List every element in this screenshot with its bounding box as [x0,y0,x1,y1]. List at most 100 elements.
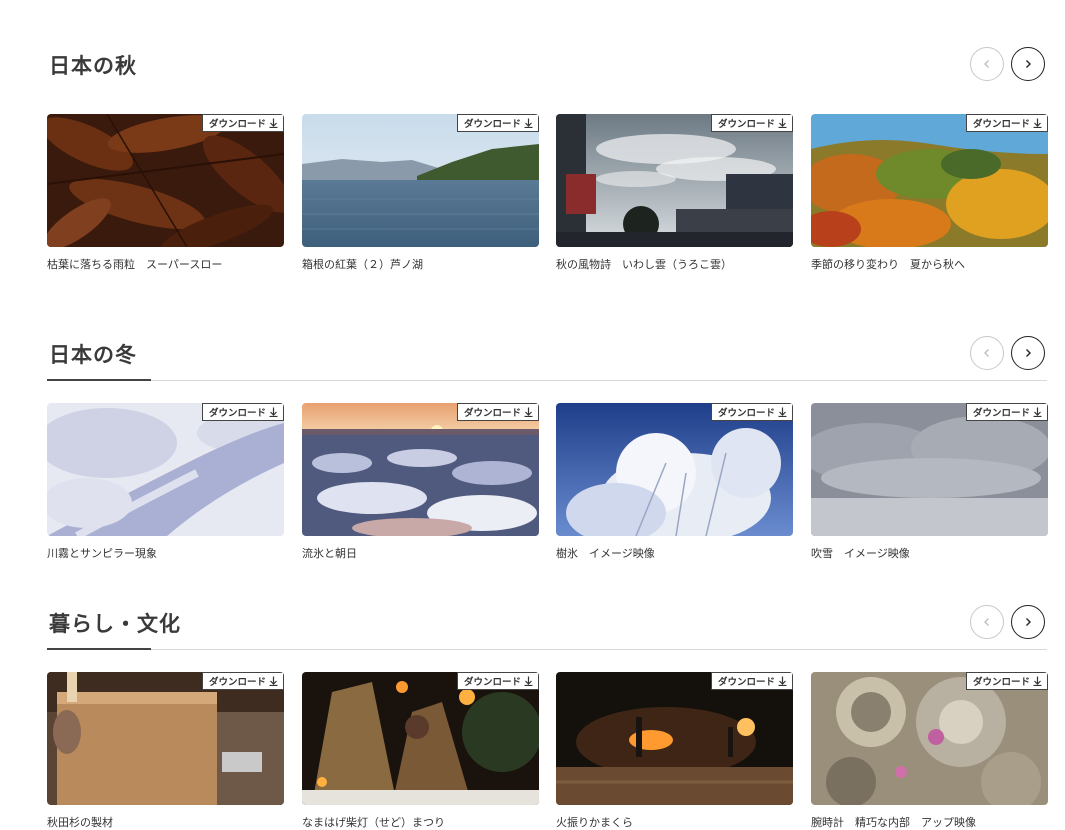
download-button[interactable]: ダウンロード [965,403,1048,421]
download-button[interactable]: ダウンロード [201,403,284,421]
video-card[interactable]: ダウンロード 腕時計 精巧な内部 アップ映像 [811,672,1048,830]
chevron-left-icon [984,60,989,68]
download-arrow-icon [1033,118,1042,128]
video-caption[interactable]: 川霧とサンピラー現象 [47,545,284,561]
download-button[interactable]: ダウンロード [710,403,793,421]
video-caption[interactable]: 秋田杉の製材 [47,814,284,830]
video-card[interactable]: ダウンロード 枯葉に落ちる雨粒 スーパースロー [47,114,284,272]
video-thumbnail[interactable]: ダウンロード [811,114,1048,247]
video-caption[interactable]: 季節の移り変わり 夏から秋へ [811,256,1048,272]
download-button[interactable]: ダウンロード [456,114,539,132]
download-label: ダウンロード [208,677,266,688]
video-thumbnail[interactable]: ダウンロード [556,403,793,536]
download-button[interactable]: ダウンロード [201,672,284,690]
next-button[interactable] [1011,605,1045,639]
video-caption[interactable]: 吹雪 イメージ映像 [811,545,1048,561]
video-caption[interactable]: 腕時計 精巧な内部 アップ映像 [811,814,1048,830]
download-arrow-icon [778,407,787,417]
download-label: ダウンロード [972,408,1030,419]
section-title-underline [47,648,151,650]
section-divider [47,649,1047,650]
video-thumbnail[interactable]: ダウンロード [811,672,1048,805]
download-arrow-icon [1033,676,1042,686]
video-caption[interactable]: 箱根の紅葉（２）芦ノ湖 [302,256,539,272]
download-button[interactable]: ダウンロード [456,403,539,421]
download-label: ダウンロード [208,119,266,130]
thumbnail-image [556,672,793,805]
prev-button[interactable] [970,336,1004,370]
thumbnail-image [811,114,1048,247]
download-label: ダウンロード [717,677,775,688]
download-button[interactable]: ダウンロード [965,114,1048,132]
download-arrow-icon [524,118,533,128]
video-caption[interactable]: なまはげ柴灯（せど）まつり [302,814,539,830]
thumbnail-image [811,672,1048,805]
thumbnail-image [47,403,284,536]
video-thumbnail[interactable]: ダウンロード [302,403,539,536]
download-label: ダウンロード [463,408,521,419]
video-thumbnail[interactable]: ダウンロード [302,114,539,247]
next-button[interactable] [1011,336,1045,370]
section-title: 日本の冬 [49,343,137,367]
download-button[interactable]: ダウンロード [710,114,793,132]
video-card[interactable]: ダウンロード 火振りかまくら [556,672,793,830]
download-label: ダウンロード [972,677,1030,688]
thumbnail-image [302,403,539,536]
download-button[interactable]: ダウンロード [965,672,1048,690]
video-thumbnail[interactable]: ダウンロード [47,403,284,536]
video-card[interactable]: ダウンロード 秋田杉の製材 [47,672,284,830]
section-title: 暮らし・文化 [49,612,181,636]
download-label: ダウンロード [717,408,775,419]
prev-button[interactable] [970,47,1004,81]
chevron-right-icon [1026,349,1031,357]
chevron-left-icon [984,349,989,357]
chevron-right-icon [1026,60,1031,68]
video-card[interactable]: ダウンロード 季節の移り変わり 夏から秋へ [811,114,1048,272]
video-card[interactable]: ダウンロード 箱根の紅葉（２）芦ノ湖 [302,114,539,272]
video-caption[interactable]: 秋の風物詩 いわし雲（うろこ雲） [556,256,793,272]
download-button[interactable]: ダウンロード [201,114,284,132]
video-card[interactable]: ダウンロード 流氷と朝日 [302,403,539,561]
video-caption[interactable]: 枯葉に落ちる雨粒 スーパースロー [47,256,284,272]
video-caption[interactable]: 流氷と朝日 [302,545,539,561]
prev-button[interactable] [970,605,1004,639]
thumbnail-image [47,672,284,805]
thumbnail-image [302,114,539,247]
download-arrow-icon [778,118,787,128]
section-divider [47,380,1047,381]
section-winter: 日本の冬 ダウンロード 川霧とサンピラー現象 ダウンロード 流氷と朝日 ダウンロ… [47,336,1048,569]
download-arrow-icon [269,676,278,686]
video-thumbnail[interactable]: ダウンロード [302,672,539,805]
download-label: ダウンロード [717,119,775,130]
video-caption[interactable]: 樹氷 イメージ映像 [556,545,793,561]
thumbnail-image [47,114,284,247]
section-lifestyle-culture: 暮らし・文化 ダウンロード 秋田杉の製材 ダウンロード なまはげ柴灯（せど）まつ… [47,605,1048,830]
download-arrow-icon [269,407,278,417]
thumbnail-image [302,672,539,805]
video-card[interactable]: ダウンロード 秋の風物詩 いわし雲（うろこ雲） [556,114,793,272]
video-thumbnail[interactable]: ダウンロード [47,672,284,805]
chevron-left-icon [984,618,989,626]
video-thumbnail[interactable]: ダウンロード [556,114,793,247]
video-thumbnail[interactable]: ダウンロード [47,114,284,247]
video-thumbnail[interactable]: ダウンロード [811,403,1048,536]
next-button[interactable] [1011,47,1045,81]
video-thumbnail[interactable]: ダウンロード [556,672,793,805]
download-button[interactable]: ダウンロード [710,672,793,690]
download-arrow-icon [778,676,787,686]
video-card[interactable]: ダウンロード 川霧とサンピラー現象 [47,403,284,561]
video-card[interactable]: ダウンロード 吹雪 イメージ映像 [811,403,1048,561]
chevron-right-icon [1026,618,1031,626]
thumbnail-image [556,403,793,536]
video-card[interactable]: ダウンロード 樹氷 イメージ映像 [556,403,793,561]
download-arrow-icon [269,118,278,128]
download-label: ダウンロード [208,408,266,419]
download-button[interactable]: ダウンロード [456,672,539,690]
download-arrow-icon [524,676,533,686]
video-caption[interactable]: 火振りかまくら [556,814,793,830]
section-title: 日本の秋 [49,54,137,78]
video-card[interactable]: ダウンロード なまはげ柴灯（せど）まつり [302,672,539,830]
download-arrow-icon [1033,407,1042,417]
download-label: ダウンロード [463,119,521,130]
download-arrow-icon [524,407,533,417]
